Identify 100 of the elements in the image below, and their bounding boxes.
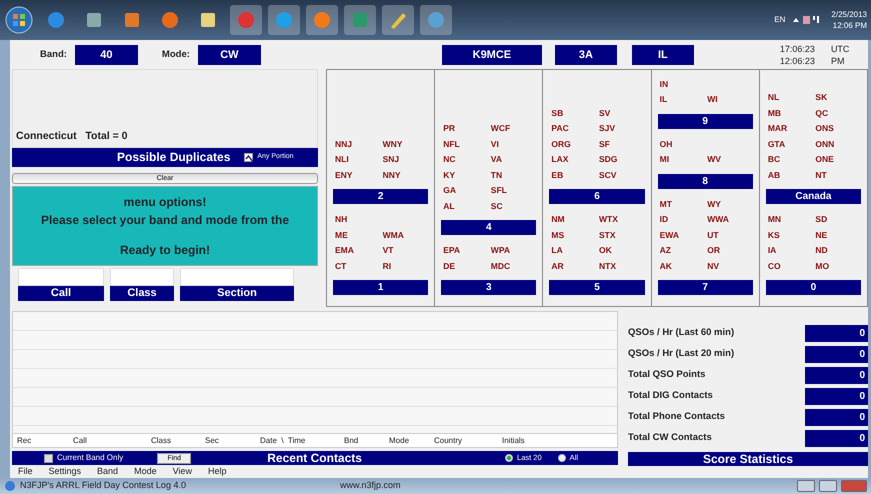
section-code[interactable]: IL [660,92,708,108]
menu-item[interactable]: Mode [134,465,157,479]
section-code[interactable]: DE [443,258,491,274]
column-header[interactable]: Class [147,434,201,446]
section-code[interactable]: SK [815,90,864,106]
section-code[interactable]: LA [551,243,599,258]
section-code[interactable]: WV [707,152,755,168]
column-header[interactable]: Rec [13,434,69,446]
section-code[interactable]: ONN [815,136,864,152]
section-code[interactable]: SNJ [382,152,430,168]
language-indicator[interactable]: EN [774,14,786,26]
section-code[interactable]: IA [768,243,816,258]
menu-item[interactable]: Settings [48,465,82,479]
minimize-button[interactable] [797,480,815,492]
section-code[interactable]: NLI [335,152,383,168]
section-code[interactable]: OK [599,243,647,258]
section-code[interactable]: EB [551,168,599,183]
section-code[interactable]: SF [599,136,647,152]
section-code[interactable]: NV [707,258,755,274]
column-header[interactable]: Sec [201,434,256,446]
section-code[interactable]: WTX [599,212,647,228]
clock-time[interactable]: 12:06 PM [831,20,867,31]
section-code[interactable]: UT [707,228,755,243]
section-code[interactable]: RI [382,258,430,274]
section-code[interactable]: ONE [815,152,864,168]
section-code[interactable]: NNJ [335,136,383,152]
section-code[interactable]: PAC [551,121,599,136]
menu-item[interactable]: Help [208,465,226,479]
column-header[interactable]: Date \ Time [256,434,340,446]
section-code[interactable]: ENY [335,168,383,183]
section-code[interactable]: MS [551,228,599,243]
section-code[interactable]: MT [660,196,708,212]
section-code[interactable]: VT [382,243,430,258]
section-code[interactable]: WMA [382,228,430,243]
section-code[interactable]: ORG [551,136,599,152]
section-code[interactable]: ND [815,243,864,258]
section-code[interactable]: SFL [490,183,538,198]
section-code[interactable]: SV [599,106,647,121]
section-code[interactable]: SJV [599,121,647,136]
input-field[interactable] [110,268,174,286]
section-code[interactable]: SDG [599,152,647,168]
section-code[interactable]: OR [707,243,755,258]
section-code[interactable]: WY [707,196,755,212]
section-code[interactable]: CO [768,258,816,274]
section-code[interactable]: WCF [490,121,538,136]
section-code[interactable]: SD [815,212,864,228]
section-code[interactable]: PR [443,121,491,136]
section-code[interactable]: SCV [599,168,647,183]
section-code[interactable]: EWA [660,228,708,243]
section-code[interactable]: NH [335,212,383,228]
column-header[interactable]: Mode [385,434,430,446]
section-code[interactable]: MDC [490,258,538,274]
section-code[interactable]: KS [768,228,816,243]
section-code[interactable]: GTA [768,136,816,152]
section-code[interactable]: AL [443,198,491,214]
section-code[interactable]: AB [768,168,816,183]
checkbox[interactable] [244,152,254,162]
radio-button[interactable] [558,454,566,462]
section-code[interactable]: MAR [768,121,816,136]
section-code[interactable]: MO [815,258,864,274]
checkbox[interactable] [44,454,53,462]
section-code[interactable]: NM [551,212,599,228]
clock-date[interactable]: 2/25/2013 [831,9,867,20]
radio-button[interactable] [505,454,514,462]
input-field[interactable] [180,268,294,286]
section-code[interactable]: VA [490,152,538,168]
section-code[interactable]: KY [443,168,491,183]
start-button[interactable] [4,5,34,35]
section-code[interactable]: EPA [443,243,491,258]
maximize-button[interactable] [819,480,837,492]
section-code[interactable]: STX [599,228,647,243]
column-header[interactable]: Call [69,434,147,446]
section-code[interactable]: MB [768,106,816,121]
menu-item[interactable]: Band [97,465,118,479]
section-code[interactable]: NFL [443,136,491,152]
section-code[interactable]: NL [768,90,816,106]
input-field[interactable] [18,268,104,286]
section-code[interactable]: AZ [660,243,708,258]
section-code[interactable]: NE [815,228,864,243]
section-code[interactable]: MN [768,212,816,228]
section-code[interactable]: NTX [599,258,647,274]
section-code[interactable]: SC [490,198,538,214]
section-code[interactable]: EMA [335,243,383,258]
section-code[interactable]: ME [335,228,383,243]
section-code[interactable]: NC [443,152,491,168]
section-code[interactable]: BC [768,152,816,168]
menu-item[interactable]: View [172,465,192,479]
pencil-icon[interactable] [382,5,414,35]
section-code[interactable]: MI [660,152,708,168]
section-code[interactable]: NT [815,168,864,183]
section-code[interactable]: WPA [490,243,538,258]
section-code[interactable]: AR [551,258,599,274]
column-header[interactable]: Initials [498,434,538,446]
section-code[interactable]: WWA [707,212,755,228]
section-code[interactable]: ONS [815,121,864,136]
section-code[interactable]: CT [335,258,383,274]
section-code[interactable]: SB [551,106,599,121]
menu-item[interactable]: File [18,465,33,479]
section-code[interactable]: OH [660,136,708,152]
section-code[interactable]: QC [815,106,864,121]
